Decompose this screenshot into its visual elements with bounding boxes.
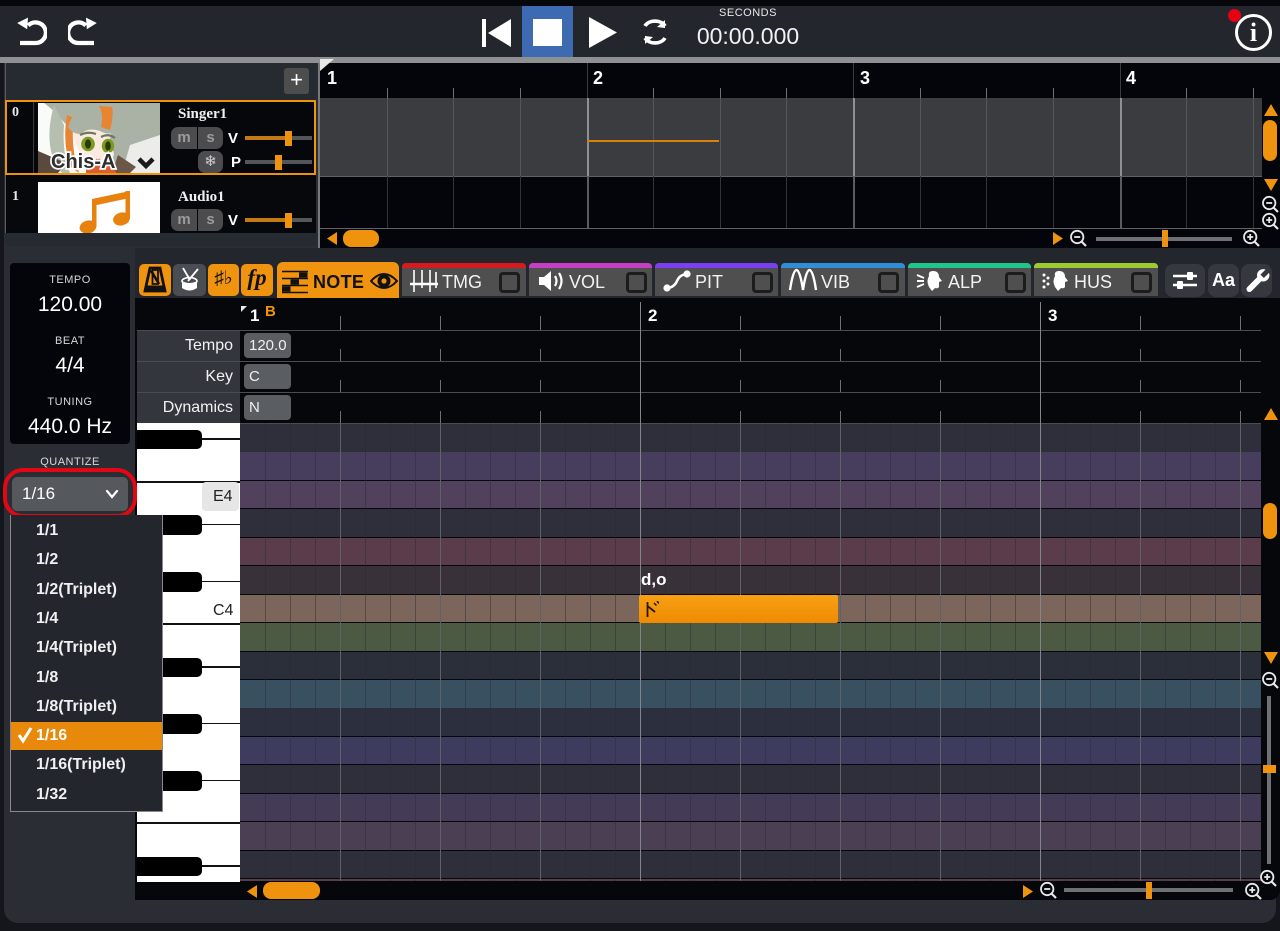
svg-text:Chis-A: Chis-A <box>51 151 115 173</box>
